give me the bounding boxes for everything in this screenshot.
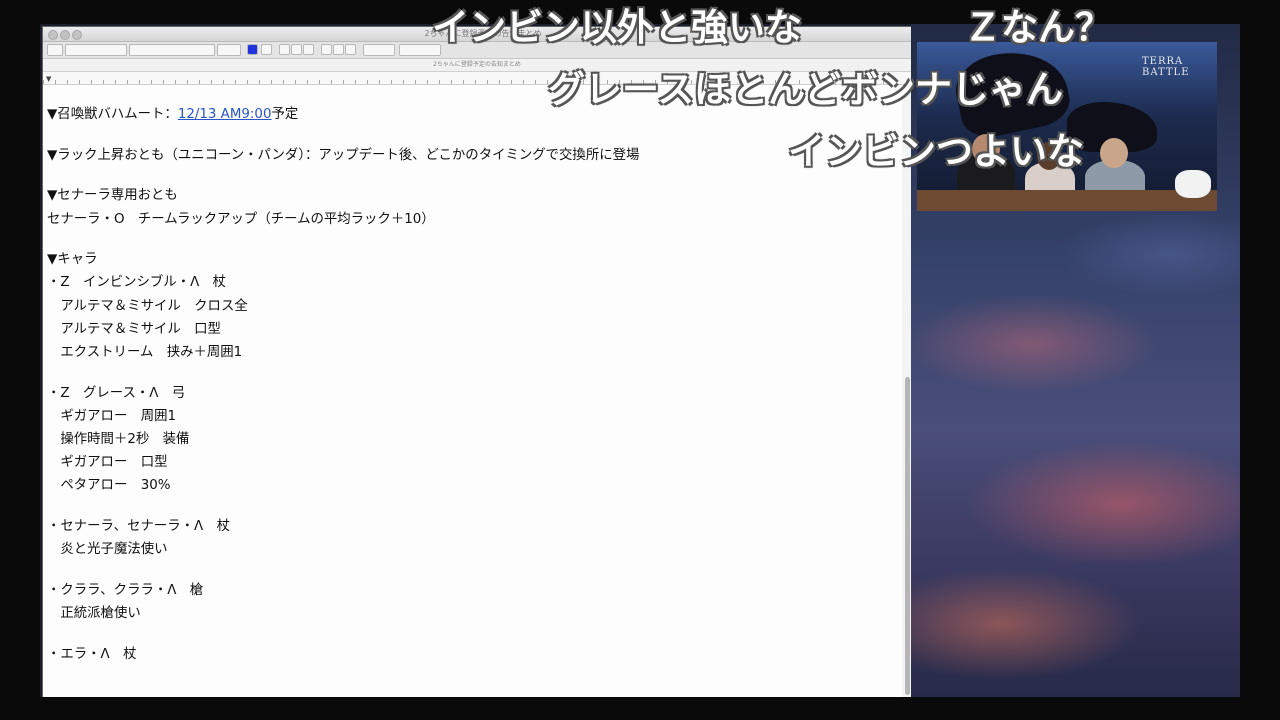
document-line: ・クララ、クララ・Λ 槍 — [47, 583, 204, 598]
document-line: アルテマ＆ミサイル 口型 — [47, 321, 221, 337]
document-line: ▼セナーラ専用おとも — [47, 188, 178, 204]
document-line: セナーラ・O チームラックアップ（チームの平均ラック＋10） — [47, 211, 435, 227]
viewer-comment: インビン以外と強いな — [432, 6, 802, 49]
line-spacing-select[interactable] — [363, 44, 395, 56]
tab-stop-marker-icon[interactable]: ▼ — [46, 76, 51, 83]
desk — [917, 190, 1217, 211]
font-size-select[interactable] — [217, 44, 241, 56]
bold-button[interactable] — [279, 44, 290, 55]
font-family-select[interactable] — [65, 44, 127, 56]
document-line: ペタアロー 30% — [47, 478, 171, 494]
document-line: ・エラ・Λ 杖 — [47, 646, 137, 662]
document-line: アルテマ＆ミサイル クロス全 — [47, 298, 248, 314]
paragraph-style-select[interactable] — [47, 44, 63, 56]
document-line: ギガアロー 口型 — [47, 455, 168, 471]
italic-button[interactable] — [291, 44, 302, 55]
line-text: ▼召喚獣バハムート： — [47, 107, 178, 122]
document-line: 炎と光子魔法使い — [47, 542, 168, 558]
minimize-window-button[interactable] — [60, 30, 70, 40]
document-text-area[interactable]: ▼召喚獣バハムート：12/13 AM9:00予定 ▼ラック上昇おとも（ユニコーン・… — [47, 103, 892, 666]
document-line: ・セナーラ、セナーラ・Λ 杖 — [47, 519, 230, 535]
viewer-comment: Ｚなん？ — [964, 6, 1112, 49]
document-line: 操作時間＋2秒 装備 — [47, 432, 190, 448]
presenter-head — [1100, 138, 1128, 168]
document-line: エクストリーム 挟み＋周囲1 — [47, 345, 243, 360]
line-text: 予定 — [271, 107, 299, 122]
document-line: ▼ラック上昇おとも（ユニコーン・パンダ）：アップデート後、どこかのタイミングで交… — [47, 147, 640, 163]
document-line: ・Z グレース・Λ 弓 — [47, 385, 186, 401]
underline-button[interactable] — [303, 44, 314, 55]
close-window-button[interactable] — [48, 30, 58, 40]
text-color-button[interactable] — [247, 44, 258, 55]
align-center-button[interactable] — [333, 44, 344, 55]
scrollbar-thumb[interactable] — [905, 377, 910, 695]
align-left-button[interactable] — [321, 44, 332, 55]
game-logo: TERRA BATTLE — [1142, 56, 1190, 78]
text-editor-window[interactable]: 2ちゃんに登録予定の告知まとめ 2ちゃんに登録予定の告知まとめ ▼ ▼召喚獣バハ… — [43, 27, 911, 697]
font-style-select[interactable] — [129, 44, 215, 56]
document-line: ギガアロー 周囲1 — [47, 408, 177, 424]
align-right-button[interactable] — [345, 44, 356, 55]
zoom-window-button[interactable] — [72, 30, 82, 40]
stream-frame: 2ちゃんに登録予定の告知まとめ 2ちゃんに登録予定の告知まとめ ▼ ▼召喚獣バハ… — [40, 24, 1240, 697]
highlight-color-button[interactable] — [261, 44, 272, 55]
viewer-comment: グレースほとんどボンナじゃん — [548, 68, 1064, 111]
document-line: ▼キャラ — [47, 252, 98, 268]
mascot-plush — [1175, 170, 1211, 198]
date-link[interactable]: 12/13 AM9:00 — [178, 107, 272, 122]
document-line: 正統派槍使い — [47, 606, 141, 622]
document-line: ・Z インビンシブル・Λ 杖 — [47, 275, 227, 291]
viewer-comment: インビンつよいな — [788, 130, 1084, 173]
